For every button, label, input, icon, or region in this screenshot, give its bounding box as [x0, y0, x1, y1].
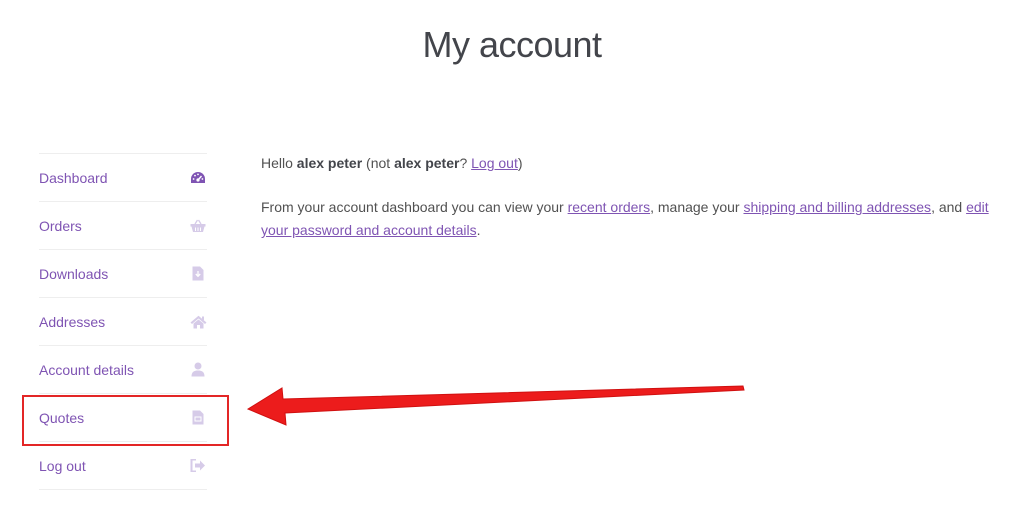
- file-download-icon: [189, 265, 207, 283]
- sidebar-item-label: Downloads: [39, 265, 109, 282]
- sidebar-item-label: Log out: [39, 457, 86, 474]
- intro-text-manage: , manage your: [650, 199, 744, 215]
- username: alex peter: [296, 155, 363, 171]
- dashboard-icon: [189, 169, 207, 187]
- sidebar-item-label: Addresses: [39, 313, 106, 330]
- sidebar-item-dashboard[interactable]: Dashboard: [39, 154, 207, 202]
- sidebar-item-label: Account details: [39, 361, 134, 378]
- sidebar-item-label: Dashboard: [39, 169, 108, 186]
- arrow-shape: [246, 385, 745, 426]
- file-icon: [189, 409, 207, 427]
- sidebar-item-addresses[interactable]: Addresses: [39, 298, 207, 346]
- sidebar-item-quotes[interactable]: Quotes: [39, 394, 207, 442]
- username-alt: alex peter: [394, 155, 460, 171]
- account-content: Hello alex peter (not alex peter? Log ou…: [261, 152, 991, 263]
- basket-icon: [189, 217, 207, 235]
- intro-text-and: , and: [931, 199, 967, 215]
- logout-link[interactable]: Log out: [471, 155, 518, 171]
- intro-text-end: .: [476, 222, 481, 238]
- home-icon: [189, 313, 207, 331]
- sidebar-item-label: Quotes: [39, 409, 85, 426]
- intro-text: From your account dashboard you can view…: [261, 196, 991, 242]
- user-icon: [189, 361, 207, 379]
- greeting-close: ): [517, 155, 523, 171]
- greeting-text: Hello alex peter (not alex peter? Log ou…: [261, 152, 991, 175]
- intro-text-start: From your account dashboard you can view…: [261, 199, 568, 215]
- sidebar-item-label: Orders: [39, 217, 82, 234]
- account-navigation: Dashboard Orders Downloads Addresses Acc…: [39, 153, 207, 490]
- sidebar-item-log-out[interactable]: Log out: [39, 442, 207, 490]
- sidebar-item-orders[interactable]: Orders: [39, 202, 207, 250]
- addresses-link[interactable]: shipping and billing addresses: [743, 199, 931, 215]
- sidebar-item-account-details[interactable]: Account details: [39, 346, 207, 394]
- my-account-page: My account Dashboard Orders Downloads Ad…: [0, 0, 1024, 521]
- recent-orders-link[interactable]: recent orders: [568, 199, 650, 215]
- sign-out-icon: [189, 457, 207, 475]
- greeting-not: (not: [362, 155, 395, 171]
- greeting-question: ?: [459, 155, 472, 171]
- sidebar-item-downloads[interactable]: Downloads: [39, 250, 207, 298]
- page-title: My account: [422, 24, 602, 65]
- greeting-hello: Hello: [261, 155, 297, 171]
